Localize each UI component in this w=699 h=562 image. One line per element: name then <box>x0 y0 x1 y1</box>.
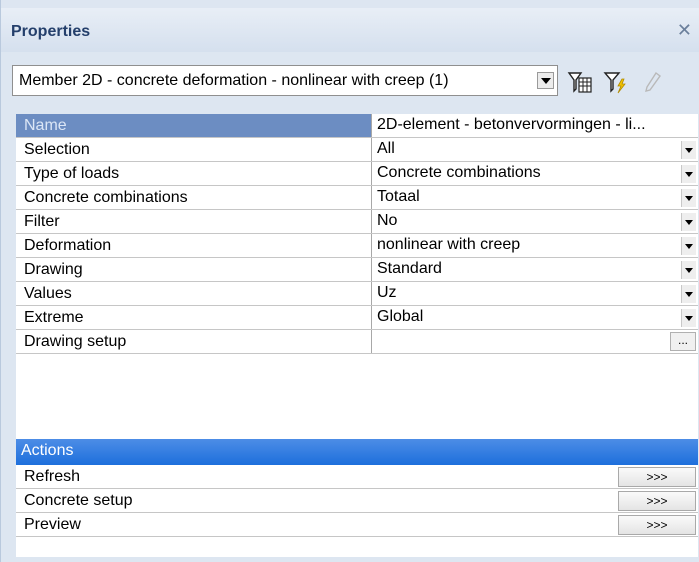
action-row-concrete-setup: Concrete setup >>> <box>16 489 698 513</box>
preview-button[interactable]: >>> <box>618 515 696 535</box>
property-label: Drawing <box>16 258 372 281</box>
action-label: Refresh <box>24 468 81 485</box>
filter-table-icon[interactable] <box>567 69 593 95</box>
panel-title: Properties <box>11 23 91 40</box>
member-selector-dropdown[interactable]: Member 2D - concrete deformation - nonli… <box>12 65 558 96</box>
property-label: Selection <box>16 138 372 161</box>
close-icon[interactable]: ✕ <box>677 20 692 41</box>
chevron-down-icon[interactable] <box>681 141 696 159</box>
panel-titlebar: Properties ✕ <box>1 8 699 52</box>
property-row-type-of-loads: Type of loads Concrete combinations <box>16 162 698 186</box>
property-value[interactable]: Standard <box>372 258 698 281</box>
chevron-down-icon[interactable] <box>681 189 696 207</box>
property-value <box>372 330 698 353</box>
drawing-setup-button[interactable]: ... <box>670 332 696 351</box>
property-value[interactable]: Global <box>372 306 698 329</box>
properties-panel: Properties ✕ Member 2D - concrete deform… <box>0 0 699 562</box>
filter-lightning-icon[interactable] <box>603 69 629 95</box>
property-row-deformation: Deformation nonlinear with creep <box>16 234 698 258</box>
property-label: Name <box>16 114 372 137</box>
property-value[interactable]: Uz <box>372 282 698 305</box>
property-value[interactable]: No <box>372 210 698 233</box>
property-row-selection: Selection All <box>16 138 698 162</box>
property-label: Filter <box>16 210 372 233</box>
chevron-down-icon[interactable] <box>681 213 696 231</box>
chevron-down-icon[interactable] <box>681 285 696 303</box>
property-label: Values <box>16 282 372 305</box>
property-row-drawing: Drawing Standard <box>16 258 698 282</box>
property-row-drawing-setup: Drawing setup ... <box>16 330 698 354</box>
property-label: Concrete combinations <box>16 186 372 209</box>
property-value[interactable]: nonlinear with creep <box>372 234 698 257</box>
concrete-setup-button[interactable]: >>> <box>618 491 696 511</box>
action-label: Concrete setup <box>24 492 133 509</box>
property-label: Deformation <box>16 234 372 257</box>
property-value[interactable]: All <box>372 138 698 161</box>
chevron-down-icon[interactable] <box>681 261 696 279</box>
property-label: Type of loads <box>16 162 372 185</box>
action-row-preview: Preview >>> <box>16 513 698 537</box>
chevron-down-icon[interactable] <box>681 309 696 327</box>
property-value[interactable]: 2D-element - betonvervormingen - li... <box>372 114 698 137</box>
property-row-extreme: Extreme Global <box>16 306 698 330</box>
property-label: Extreme <box>16 306 372 329</box>
action-row-refresh: Refresh >>> <box>16 465 698 489</box>
property-value[interactable]: Totaal <box>372 186 698 209</box>
property-row-filter: Filter No <box>16 210 698 234</box>
property-label: Drawing setup <box>16 330 372 353</box>
action-label: Preview <box>24 516 81 533</box>
properties-grid: Name 2D-element - betonvervormingen - li… <box>16 114 698 557</box>
chevron-down-icon[interactable] <box>681 237 696 255</box>
chevron-down-icon[interactable] <box>681 165 696 183</box>
refresh-button[interactable]: >>> <box>618 467 696 487</box>
selector-row: Member 2D - concrete deformation - nonli… <box>1 57 699 105</box>
chevron-down-icon[interactable] <box>537 72 554 89</box>
actions-header: Actions <box>16 439 698 465</box>
member-selector-value: Member 2D - concrete deformation - nonli… <box>19 72 449 89</box>
property-row-values: Values Uz <box>16 282 698 306</box>
property-row-concrete-combinations: Concrete combinations Totaal <box>16 186 698 210</box>
property-value[interactable]: Concrete combinations <box>372 162 698 185</box>
pencil-icon[interactable] <box>639 69 665 95</box>
property-row-name: Name 2D-element - betonvervormingen - li… <box>16 114 698 138</box>
